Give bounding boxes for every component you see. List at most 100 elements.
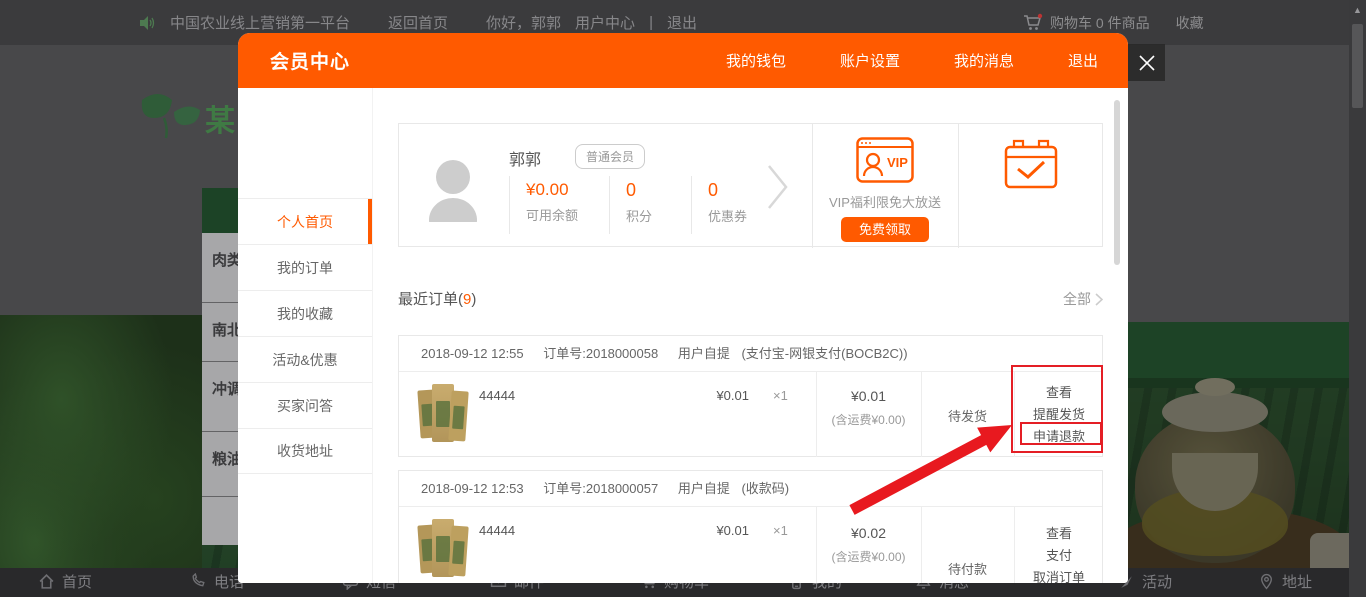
site-title: 中国农业线上营销第一平台 — [170, 12, 350, 33]
modal-nav: 我的钱包 账户设置 我的消息 退出 — [726, 50, 1098, 71]
nav-account-settings[interactable]: 账户设置 — [840, 50, 900, 71]
topbar-divider: | — [649, 14, 653, 31]
cart-icon[interactable] — [1022, 13, 1044, 33]
order-card: 2018-09-12 12:55 订单号:2018000058 用户自提 (支付… — [398, 335, 1103, 457]
order-actions: 查看 支付 取消订单 — [1014, 523, 1104, 583]
scrollbar-thumb[interactable] — [1352, 24, 1363, 108]
order-shipping-note: (含运费¥0.00) — [816, 411, 921, 428]
user-name: 郭郭 — [509, 146, 541, 170]
chevron-right-icon — [1095, 293, 1103, 306]
modal-close-button[interactable] — [1128, 44, 1165, 81]
phone-icon — [190, 573, 207, 590]
calendar-check-icon — [1004, 139, 1058, 189]
order-status: 待付款 — [921, 559, 1014, 578]
nav-logout[interactable]: 退出 — [1068, 50, 1098, 71]
close-icon — [1137, 53, 1157, 73]
stat-value: ¥0.00 — [526, 180, 609, 200]
logout-link[interactable]: 退出 — [667, 12, 697, 33]
speaker-icon — [138, 14, 156, 32]
product-thumbnail[interactable] — [419, 382, 469, 446]
action-view[interactable]: 查看 — [1014, 523, 1104, 545]
modal-sidebar: 个人首页 我的订单 我的收藏 活动&优惠 买家问答 收货地址 — [238, 88, 373, 583]
modal-header: 会员中心 我的钱包 账户设置 我的消息 退出 — [238, 33, 1128, 88]
sidebar-item-personal-home[interactable]: 个人首页 — [238, 198, 372, 244]
pin-icon — [1258, 573, 1275, 590]
order-number: 订单号:2018000058 — [543, 346, 658, 361]
modal-title: 会员中心 — [270, 47, 350, 74]
order-datetime: 2018-09-12 12:55 — [421, 346, 524, 361]
order-delivery: 用户自提 — [678, 481, 730, 496]
product-price: ¥0.01 — [689, 523, 749, 538]
user-center-link[interactable]: 用户中心 — [575, 12, 635, 33]
order-status: 待发货 — [921, 406, 1014, 425]
svg-text:VIP: VIP — [887, 155, 908, 170]
sidebar-item-my-favorites[interactable]: 我的收藏 — [238, 290, 372, 336]
order-shipping-note: (含运费¥0.00) — [816, 548, 921, 565]
bottomnav-item-home[interactable]: 首页 — [38, 571, 92, 592]
sign-in-calendar[interactable] — [958, 124, 1104, 248]
bottomnav-label: 活动 — [1142, 571, 1172, 592]
product-name[interactable]: 44444 — [479, 388, 515, 403]
back-home-link[interactable]: 返回首页 — [388, 12, 448, 33]
product-quantity: ×1 — [773, 388, 788, 403]
order-total: ¥0.01 (含运费¥0.00) — [816, 388, 921, 428]
stat-value: 0 — [626, 180, 691, 201]
bottomnav-item-address[interactable]: 地址 — [1258, 571, 1312, 592]
member-level-badge: 普通会员 — [575, 144, 645, 169]
nav-my-wallet[interactable]: 我的钱包 — [726, 50, 786, 71]
action-cancel-order[interactable]: 取消订单 — [1014, 567, 1104, 583]
stat-label: 可用余额 — [526, 205, 609, 224]
sidebar-item-activities-coupons[interactable]: 活动&优惠 — [238, 336, 372, 382]
free-claim-button[interactable]: 免费领取 — [841, 217, 929, 242]
modal-main: 郭郭 普通会员 ¥0.00 可用余额 0 积分 0 优惠券 — [373, 88, 1128, 583]
stat-points[interactable]: 0 积分 — [609, 176, 691, 234]
order-card: 2018-09-12 12:53 订单号:2018000057 用户自提 (收款… — [398, 470, 1103, 583]
greeting-text: 你好，郭郭 — [486, 12, 561, 33]
bottomnav-label: 首页 — [62, 571, 92, 592]
order-total-amount: ¥0.02 — [816, 525, 921, 541]
bottomnav-item-phone[interactable]: 电话 — [190, 571, 244, 592]
background-teapot-photo — [1100, 378, 1366, 597]
vip-icon: VIP — [856, 137, 914, 183]
stat-label: 积分 — [626, 206, 691, 225]
scrollbar-up-arrow[interactable]: ▲ — [1349, 0, 1366, 15]
order-datetime: 2018-09-12 12:53 — [421, 481, 524, 496]
order-total: ¥0.02 (含运费¥0.00) — [816, 525, 921, 565]
home-icon — [38, 573, 55, 590]
site-logo-leaves-icon — [134, 86, 206, 144]
page-scrollbar[interactable]: ▲ — [1349, 0, 1366, 597]
action-pay[interactable]: 支付 — [1014, 545, 1104, 567]
user-info-card: 郭郭 普通会员 ¥0.00 可用余额 0 积分 0 优惠券 — [398, 123, 1103, 247]
recent-orders-label: 最近订单( — [398, 291, 463, 308]
sidebar-item-buyer-qa[interactable]: 买家问答 — [238, 382, 372, 428]
order-delivery: 用户自提 — [678, 346, 730, 361]
cart-label[interactable]: 购物车 0 件商品 — [1050, 13, 1150, 33]
product-thumbnail[interactable] — [419, 517, 469, 581]
vip-caption: VIP福利限免大放送 — [812, 192, 958, 211]
product-price: ¥0.01 — [689, 388, 749, 403]
product-name[interactable]: 44444 — [479, 523, 515, 538]
view-all-link[interactable]: 全部 — [1063, 289, 1103, 309]
order-payment: (支付宝-网银支付(BOCB2C)) — [741, 346, 907, 361]
annotation-box-refund — [1020, 422, 1102, 445]
chevron-right-icon[interactable] — [767, 164, 789, 210]
sidebar-item-my-orders[interactable]: 我的订单 — [238, 244, 372, 290]
favorites-link[interactable]: 收藏 — [1176, 13, 1204, 33]
order-header: 2018-09-12 12:55 订单号:2018000058 用户自提 (支付… — [399, 336, 1102, 372]
recent-orders-label-close: ) — [471, 291, 476, 308]
vip-promo: VIP VIP福利限免大放送 免费领取 — [812, 124, 958, 248]
nav-my-messages[interactable]: 我的消息 — [954, 50, 1014, 71]
order-number: 订单号:2018000057 — [543, 481, 658, 496]
member-center-modal: 会员中心 我的钱包 账户设置 我的消息 退出 个人首页 我的订单 我的收藏 活动… — [238, 33, 1128, 583]
view-all-label: 全部 — [1063, 289, 1091, 309]
modal-scrollbar-thumb[interactable] — [1114, 100, 1120, 265]
order-total-amount: ¥0.01 — [816, 388, 921, 404]
order-header: 2018-09-12 12:53 订单号:2018000057 用户自提 (收款… — [399, 471, 1102, 507]
site-logo-text: 某 — [205, 96, 235, 140]
background-photo-leaves — [0, 315, 205, 597]
order-payment: (收款码) — [741, 481, 789, 496]
recent-orders-heading: 最近订单(9) 全部 — [398, 288, 1103, 308]
product-quantity: ×1 — [773, 523, 788, 538]
stat-balance[interactable]: ¥0.00 可用余额 — [509, 176, 609, 234]
sidebar-item-shipping-address[interactable]: 收货地址 — [238, 428, 372, 474]
